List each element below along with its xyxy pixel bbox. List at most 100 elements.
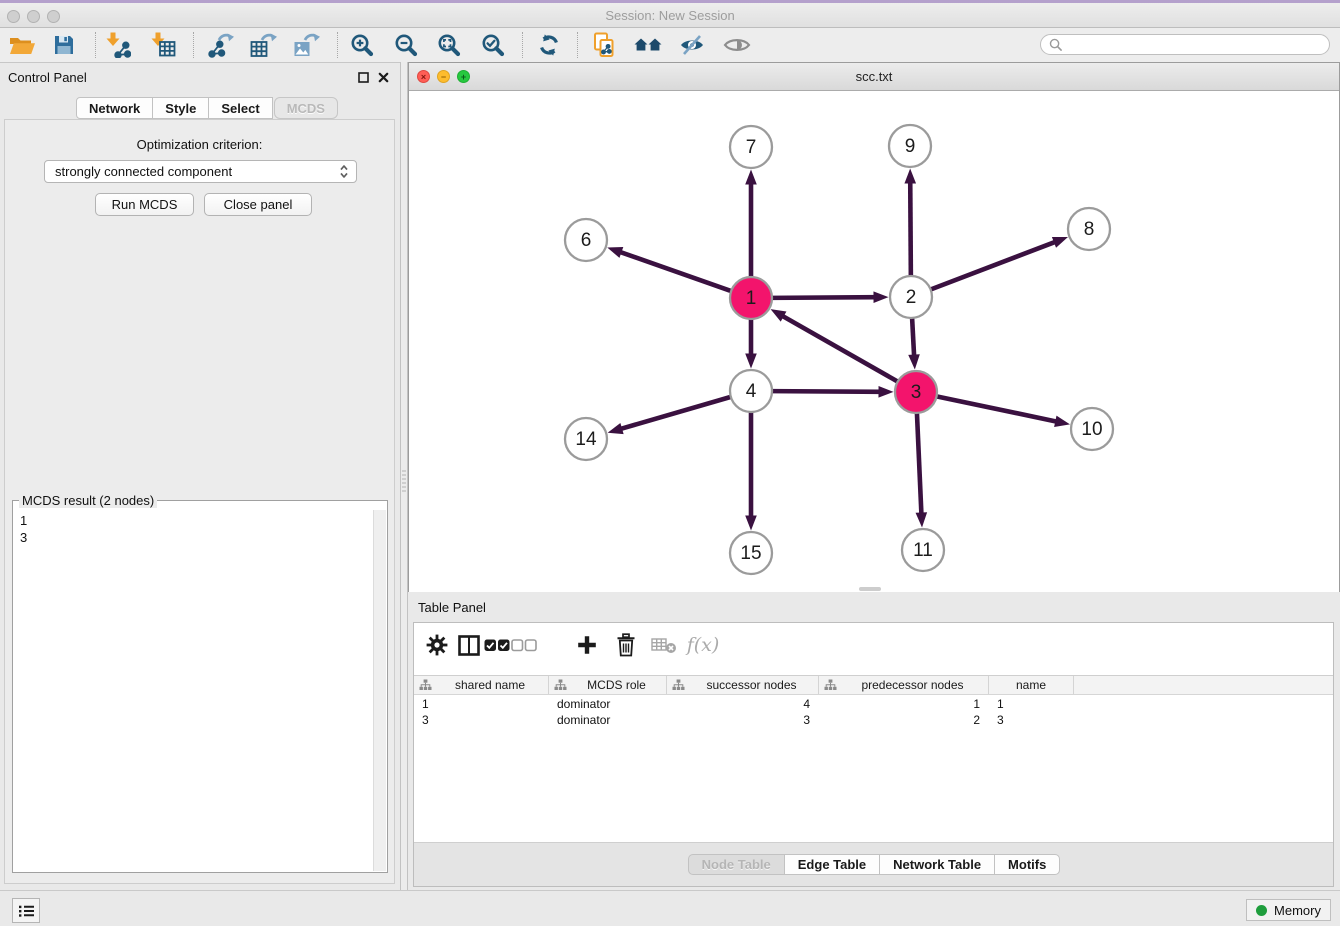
- toggle-panes-button[interactable]: [454, 632, 484, 658]
- memory-button[interactable]: Memory: [1246, 899, 1331, 921]
- table-row[interactable]: 3 dominator 3 2 3: [414, 713, 1333, 729]
- tab-edge-table[interactable]: Edge Table: [784, 854, 880, 875]
- tab-motifs[interactable]: Motifs: [994, 854, 1060, 875]
- tab-network-table[interactable]: Network Table: [879, 854, 995, 875]
- cell-predecessor-nodes[interactable]: 2: [819, 713, 989, 729]
- mcds-result-list[interactable]: 1 3: [13, 510, 373, 872]
- column-tree-icon: [419, 679, 432, 691]
- zoom-fit-icon: [437, 33, 461, 57]
- open-session-button[interactable]: [5, 31, 39, 59]
- divider-grip[interactable]: [402, 470, 406, 492]
- gear-icon: [426, 634, 448, 656]
- apply-function-button[interactable]: f(x): [688, 632, 718, 658]
- cell-name[interactable]: 1: [989, 697, 1074, 713]
- search-field[interactable]: [1040, 34, 1330, 55]
- import-network-button[interactable]: [101, 31, 135, 59]
- graph-edge-3-10[interactable]: [937, 396, 1058, 421]
- optimization-criterion-label: Optimization criterion:: [5, 137, 394, 152]
- cell-shared-name[interactable]: 3: [414, 713, 549, 729]
- refresh-icon: [537, 33, 561, 57]
- tab-select[interactable]: Select: [208, 97, 272, 119]
- save-session-button[interactable]: [47, 31, 81, 59]
- tab-mcds[interactable]: MCDS: [274, 97, 338, 119]
- export-image-button[interactable]: [289, 31, 323, 59]
- zoom-in-icon: [350, 33, 374, 57]
- refresh-button[interactable]: [532, 31, 566, 59]
- clone-network-button[interactable]: [587, 31, 621, 59]
- criterion-dropdown[interactable]: strongly connected component: [44, 160, 357, 183]
- toolbar-separator: [95, 32, 96, 58]
- close-panel-button[interactable]: [377, 71, 390, 84]
- graph-edge-2-8[interactable]: [931, 242, 1056, 290]
- tab-network[interactable]: Network: [76, 97, 153, 119]
- stepper-arrows-icon: [336, 163, 352, 180]
- table-panel: Table Panel: [408, 592, 1340, 890]
- tab-style[interactable]: Style: [152, 97, 209, 119]
- zoom-in-button[interactable]: [345, 31, 379, 59]
- result-line: 3: [20, 529, 366, 546]
- run-mcds-button[interactable]: Run MCDS: [95, 193, 194, 216]
- column-header-mcds-role[interactable]: MCDS role: [549, 676, 667, 694]
- graph-edge-4-3[interactable]: [772, 391, 881, 392]
- column-header-predecessor-nodes[interactable]: predecessor nodes: [819, 676, 989, 694]
- first-neighbors-button[interactable]: [631, 31, 665, 59]
- cell-predecessor-nodes[interactable]: 1: [819, 697, 989, 713]
- search-icon: [1049, 38, 1062, 51]
- zoom-selected-button[interactable]: [476, 31, 510, 59]
- column-label: successor nodes: [685, 678, 818, 692]
- column-header-shared-name[interactable]: shared name: [414, 676, 549, 694]
- column-label: predecessor nodes: [837, 678, 988, 692]
- eye-icon: [723, 35, 751, 55]
- column-header-successor-nodes[interactable]: successor nodes: [667, 676, 819, 694]
- select-all-columns-button[interactable]: [482, 632, 512, 658]
- graph-edge-3-1[interactable]: [782, 316, 898, 382]
- graph-edge-3-11[interactable]: [917, 413, 921, 515]
- deselect-all-columns-button[interactable]: [509, 632, 539, 658]
- cell-mcds-role[interactable]: dominator: [549, 697, 667, 713]
- canvas-scroll-handle[interactable]: [859, 587, 881, 591]
- graph-edge-4-14[interactable]: [620, 397, 731, 429]
- show-all-button[interactable]: [720, 31, 754, 59]
- table-row[interactable]: 1 dominator 4 1 1: [414, 697, 1333, 713]
- status-bar: Memory: [0, 890, 1340, 926]
- add-column-button[interactable]: [572, 632, 602, 658]
- tab-node-table[interactable]: Node Table: [688, 854, 785, 875]
- delete-column-button[interactable]: [611, 632, 641, 658]
- column-header-name[interactable]: name: [989, 676, 1074, 694]
- cell-name[interactable]: 3: [989, 713, 1074, 729]
- table-settings-button[interactable]: [422, 632, 452, 658]
- toolbar-separator: [193, 32, 194, 58]
- graph-node-label: 3: [911, 382, 922, 403]
- float-panel-button[interactable]: [357, 71, 370, 84]
- homes-icon: [634, 35, 662, 55]
- graph-node-label: 4: [746, 381, 757, 402]
- cell-mcds-role[interactable]: dominator: [549, 713, 667, 729]
- graph-arrowhead: [908, 354, 920, 369]
- criterion-value: strongly connected component: [45, 164, 336, 179]
- zoom-out-button[interactable]: [389, 31, 423, 59]
- graph-arrowhead: [745, 170, 757, 185]
- graph-arrowhead: [608, 423, 624, 434]
- zoom-fit-button[interactable]: [432, 31, 466, 59]
- delete-table-button[interactable]: [649, 632, 679, 658]
- export-image-icon: [293, 33, 320, 58]
- search-input[interactable]: [1067, 37, 1321, 53]
- import-table-button[interactable]: [146, 31, 180, 59]
- export-table-button[interactable]: [246, 31, 280, 59]
- graph-edge-2-3[interactable]: [912, 318, 914, 357]
- graph-edge-1-6[interactable]: [619, 252, 731, 291]
- fx-icon: f(x): [687, 634, 720, 656]
- network-canvas[interactable]: 7968124314101511: [409, 91, 1339, 592]
- cell-successor-nodes[interactable]: 4: [667, 697, 819, 713]
- cell-shared-name[interactable]: 1: [414, 697, 549, 713]
- graph-edge-1-2[interactable]: [772, 297, 876, 298]
- panel-divider[interactable]: [400, 62, 408, 890]
- network-graph[interactable]: 7968124314101511: [409, 91, 1339, 592]
- hide-selected-button[interactable]: [675, 31, 709, 59]
- cell-successor-nodes[interactable]: 3: [667, 713, 819, 729]
- export-network-button[interactable]: [203, 31, 237, 59]
- graph-edge-2-9[interactable]: [910, 181, 911, 276]
- task-history-button[interactable]: [12, 898, 40, 923]
- result-scrollbar[interactable]: [373, 510, 386, 871]
- close-panel-button-mcds[interactable]: Close panel: [204, 193, 312, 216]
